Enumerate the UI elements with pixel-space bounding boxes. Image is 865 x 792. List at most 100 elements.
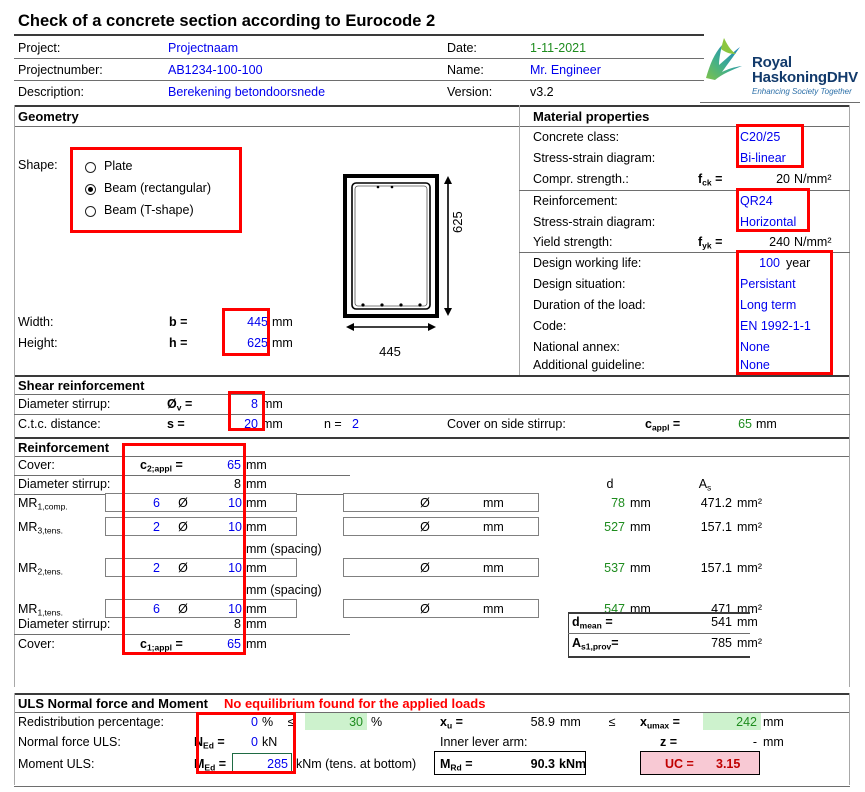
ned-symbol: NEd =: [194, 735, 225, 751]
cover-top-value[interactable]: 65: [196, 458, 241, 472]
mr3tens-label: MR3,tens.: [18, 520, 63, 536]
radio-plate[interactable]: [85, 162, 96, 173]
cross-section-drawing: [343, 174, 452, 331]
width-unit: mm: [272, 315, 293, 329]
diameter-icon-3: Ø: [178, 520, 188, 534]
redistribution-le: ≤: [287, 715, 295, 729]
mr2tens-diameter[interactable]: 10: [202, 561, 242, 575]
ctc-distance-symbol: s =: [167, 417, 185, 431]
fyk-symbol: fyk =: [698, 235, 723, 251]
mr1comp-label: MR1,comp.: [18, 496, 68, 512]
name-label: Name:: [447, 63, 484, 77]
width-symbol: b =: [169, 315, 188, 329]
asprov-unit: mm²: [737, 636, 762, 650]
calculation-sheet: Check of a concrete section according to…: [0, 0, 865, 792]
mr3tens-diameter[interactable]: 10: [202, 520, 242, 534]
national-annex-value[interactable]: None: [740, 340, 770, 354]
version-label: Version:: [447, 85, 493, 99]
asprov-value: 785: [711, 636, 732, 650]
stirrup-bottom-value: 8: [234, 617, 241, 631]
mr2tens-as: 157.1: [700, 561, 732, 575]
spacing-note-1: mm (spacing): [246, 542, 322, 556]
mr2tens-count[interactable]: 2: [118, 561, 160, 575]
description-value[interactable]: Berekening betondoorsnede: [168, 85, 325, 99]
fck-value: 20: [776, 172, 790, 186]
mr1tens-count[interactable]: 6: [118, 602, 160, 616]
mr1comp-d-unit: mm: [630, 496, 651, 510]
stirrup-diameter-value[interactable]: 8: [205, 397, 258, 411]
stirrup-diameter-symbol: Øv =: [167, 397, 193, 413]
width-value[interactable]: 445: [216, 315, 268, 329]
diameter-icon-8: Ø: [420, 602, 430, 616]
dmean-symbol: dmean =: [572, 615, 613, 631]
mr1comp-input-2[interactable]: [343, 493, 539, 512]
stirrup-top-value: 8: [234, 477, 241, 491]
uls-warning: No equilibrium found for the applied loa…: [224, 696, 486, 711]
date-value[interactable]: 1-11-2021: [530, 41, 586, 55]
xu-le: ≤: [608, 715, 616, 729]
cover-top-symbol: c2;appl =: [140, 458, 183, 474]
xu-value: 58.9: [530, 715, 555, 729]
mr2tens-input-2[interactable]: [343, 558, 539, 577]
additional-guideline-label: Additional guideline:: [533, 358, 645, 372]
mr2tens-unit: mm: [246, 561, 267, 575]
ctc-distance-value[interactable]: 20: [205, 417, 258, 431]
uls-section-title: ULS Normal force and Moment: [18, 696, 208, 711]
radio-plate-label[interactable]: Plate: [104, 159, 133, 173]
fyk-value: 240: [769, 235, 790, 249]
mr2tens-as-unit: mm²: [737, 561, 762, 575]
concrete-ssd-value[interactable]: Bi-linear: [740, 151, 786, 165]
mr2tens-unit-2: mm: [483, 561, 504, 575]
mr1tens-d: 547: [604, 602, 625, 616]
mr1tens-as: 471: [711, 602, 732, 616]
stirrup-top-label: Diameter stirrup:: [18, 477, 111, 491]
mr1comp-count[interactable]: 6: [118, 496, 160, 510]
additional-guideline-value[interactable]: None: [740, 358, 770, 372]
mr1comp-unit: mm: [246, 496, 267, 510]
cover-bottom-label: Cover:: [18, 637, 55, 651]
design-working-life-value[interactable]: 100: [726, 256, 780, 270]
moment-uls-label: Moment ULS:: [18, 757, 95, 771]
projectnumber-value[interactable]: AB1234-100-100: [168, 63, 263, 77]
ned-value[interactable]: 0: [232, 735, 258, 749]
z-symbol: z =: [660, 735, 678, 749]
name-value[interactable]: Mr. Engineer: [530, 63, 601, 77]
xumax-symbol: xumax =: [640, 715, 680, 731]
mr1tens-diameter[interactable]: 10: [202, 602, 242, 616]
mr3tens-count[interactable]: 2: [118, 520, 160, 534]
diameter-icon: Ø: [178, 496, 188, 510]
mr3tens-input-2[interactable]: [343, 517, 539, 536]
mr1tens-input-2[interactable]: [343, 599, 539, 618]
design-situation-value[interactable]: Persistant: [740, 277, 796, 291]
concrete-class-value[interactable]: C20/25: [740, 130, 780, 144]
mr1comp-as-unit: mm²: [737, 496, 762, 510]
load-duration-label: Duration of the load:: [533, 298, 646, 312]
height-value[interactable]: 625: [216, 336, 268, 350]
reinforcement-type-value[interactable]: QR24: [740, 194, 773, 208]
load-duration-value[interactable]: Long term: [740, 298, 796, 312]
cover-bottom-value[interactable]: 65: [196, 637, 241, 651]
redistribution-value[interactable]: 0: [205, 715, 258, 729]
mrd-symbol: MRd =: [440, 757, 473, 773]
projectnumber-label: Projectnumber:: [18, 63, 103, 77]
diameter-icon-4: Ø: [420, 520, 430, 534]
reinforcement-ssd-value[interactable]: Horizontal: [740, 215, 796, 229]
radio-beam-tshape[interactable]: [85, 206, 96, 217]
project-label: Project:: [18, 41, 61, 55]
uc-value: 3.15: [716, 757, 741, 771]
radio-beam-rectangular-label[interactable]: Beam (rectangular): [104, 181, 211, 195]
mr1comp-diameter[interactable]: 10: [202, 496, 242, 510]
radio-beam-tshape-label[interactable]: Beam (T-shape): [104, 203, 194, 217]
radio-beam-rectangular[interactable]: [85, 184, 96, 195]
design-situation-label: Design situation:: [533, 277, 626, 291]
code-value[interactable]: EN 1992-1-1: [740, 319, 811, 333]
mr3tens-d-unit: mm: [630, 520, 651, 534]
med-value[interactable]: 285: [236, 757, 288, 771]
legs-value[interactable]: 2: [352, 417, 359, 431]
date-label: Date:: [447, 41, 477, 55]
section-height-dimension: 625: [450, 211, 465, 233]
stirrup-bottom-unit: mm: [246, 617, 267, 631]
national-annex-label: National annex:: [533, 340, 620, 354]
project-value[interactable]: Projectnaam: [168, 41, 238, 55]
redistribution-max: 30: [349, 715, 363, 729]
